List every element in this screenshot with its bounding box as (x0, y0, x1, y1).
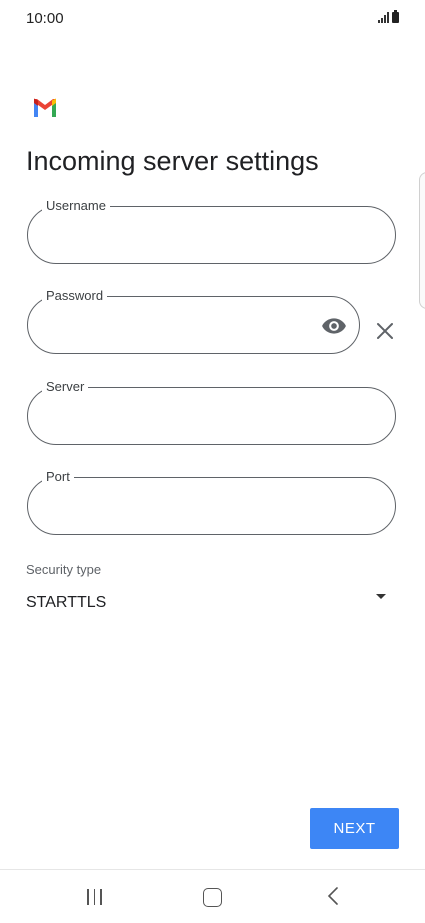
eye-icon[interactable] (321, 313, 347, 339)
battery-icon (392, 10, 399, 23)
password-field[interactable]: Password (27, 288, 360, 354)
next-button[interactable]: NEXT (310, 808, 399, 849)
signal-icon (378, 12, 389, 23)
username-input[interactable] (46, 221, 377, 253)
server-input[interactable] (46, 402, 377, 434)
security-type-value: STARTTLS (26, 594, 107, 611)
server-label: Server (42, 379, 89, 395)
password-label: Password (42, 288, 108, 304)
port-field[interactable]: Port (27, 469, 396, 535)
username-field[interactable]: Username (27, 198, 396, 264)
back-icon[interactable] (325, 885, 341, 907)
port-label: Port (42, 469, 74, 485)
navigation-bar (0, 869, 425, 923)
page-title: Incoming server settings (26, 146, 319, 176)
port-input[interactable] (46, 492, 377, 524)
security-type-select[interactable]: STARTTLS (26, 584, 398, 624)
server-field[interactable]: Server (27, 379, 396, 445)
status-time: 10:00 (26, 10, 64, 27)
status-bar: 10:00 (0, 0, 425, 40)
security-type-label: Security type (26, 562, 102, 577)
close-icon[interactable] (374, 320, 396, 342)
username-label: Username (42, 198, 110, 214)
status-icons (378, 10, 399, 23)
gmail-logo (34, 98, 56, 117)
home-icon[interactable] (203, 888, 222, 907)
dropdown-arrow-icon (376, 594, 386, 599)
scroll-indicator[interactable] (419, 172, 425, 309)
recent-apps-icon[interactable] (87, 889, 102, 905)
password-input[interactable] (46, 311, 309, 343)
